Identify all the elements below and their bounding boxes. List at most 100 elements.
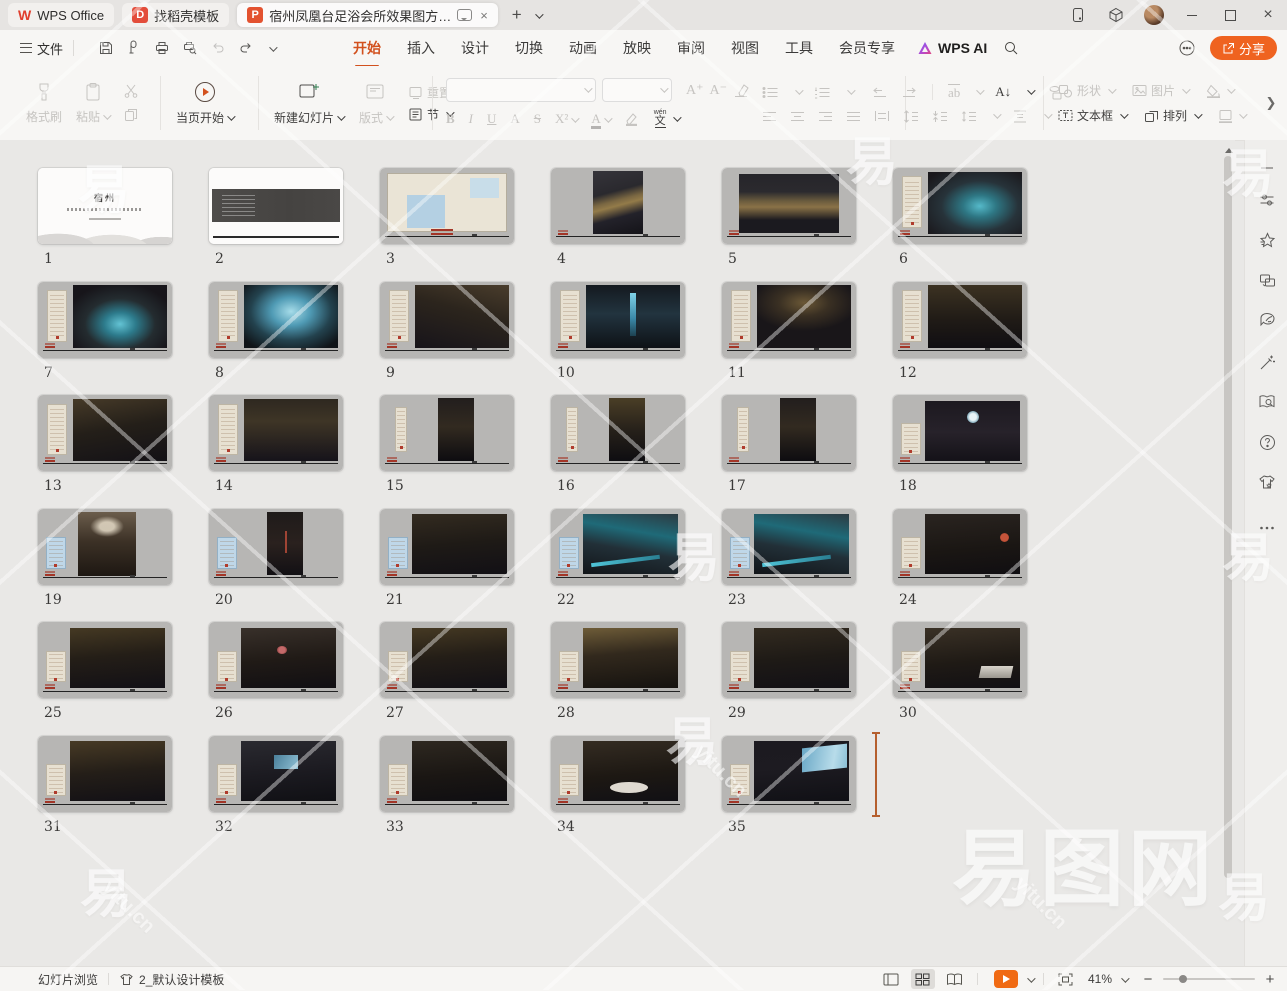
paste-button[interactable]: 粘贴 (76, 81, 109, 125)
reading-view-button[interactable] (943, 969, 967, 989)
print-icon[interactable] (154, 40, 170, 56)
export-pdf-icon[interactable] (126, 40, 142, 56)
slide-thumbnail[interactable] (38, 509, 172, 585)
slide-thumbnail[interactable] (551, 736, 685, 812)
maximize-button[interactable] (1211, 0, 1249, 30)
avatar[interactable] (1135, 0, 1173, 30)
file-menu-button[interactable]: 文件 (20, 39, 63, 58)
mobile-view-icon[interactable] (1059, 0, 1097, 30)
strikethrough-button[interactable]: S (534, 111, 541, 127)
template-name[interactable]: 2_默认设计模板 (139, 971, 224, 988)
save-icon[interactable] (98, 40, 114, 56)
slide-thumbnail[interactable] (209, 509, 343, 585)
materials-icon[interactable] (1257, 270, 1277, 290)
slide-thumbnail[interactable] (893, 395, 1027, 471)
menu-tab[interactable]: 设计 (461, 38, 489, 58)
slide-thumbnail[interactable] (38, 736, 172, 812)
slide-thumbnail[interactable] (893, 509, 1027, 585)
share-button[interactable]: 分享 (1210, 36, 1277, 60)
search-icon[interactable] (1003, 40, 1019, 56)
wps-ai-button[interactable]: WPS AI (917, 40, 987, 56)
slide-thumbnail[interactable] (380, 622, 514, 698)
slide-thumbnail[interactable] (893, 622, 1027, 698)
slide-thumbnail[interactable] (209, 282, 343, 358)
clear-format-icon[interactable] (733, 83, 750, 98)
slide-thumbnail[interactable] (380, 395, 514, 471)
scrollbar-thumb[interactable] (1224, 156, 1232, 878)
fit-to-window-button[interactable] (1054, 969, 1078, 989)
print-preview-icon[interactable] (182, 40, 198, 56)
tab-list-chevron-icon[interactable] (532, 6, 541, 24)
line-spacing-icon[interactable] (961, 110, 977, 123)
vertical-text-button[interactable]: A↓ (995, 84, 1011, 100)
arrange-button[interactable]: 排列 (1144, 107, 1200, 124)
menu-tab[interactable]: 视图 (731, 38, 759, 58)
slide-thumbnail[interactable] (209, 168, 343, 244)
menu-tab[interactable]: 切换 (515, 38, 543, 58)
slide-thumbnail[interactable] (551, 622, 685, 698)
vertical-scrollbar[interactable] (1222, 140, 1235, 966)
decrease-paragraph-spacing-icon[interactable] (932, 110, 948, 123)
zoom-chevron-icon[interactable] (1118, 972, 1127, 986)
slide-thumbnail[interactable] (722, 395, 856, 471)
layout-button[interactable]: 版式 (359, 80, 392, 126)
slide-sorter-canvas[interactable]: 宿州12345678910111213141516171819202122232… (0, 140, 1222, 966)
vertical-align-text-icon[interactable] (1012, 110, 1028, 123)
slide-thumbnail[interactable] (38, 395, 172, 471)
zoom-slider-knob[interactable] (1179, 975, 1187, 983)
more-options-icon[interactable] (1257, 518, 1277, 538)
play-from-current-button[interactable]: 当页开始 (176, 80, 233, 126)
minimize-button[interactable] (1173, 0, 1211, 30)
bullet-list-icon[interactable] (762, 86, 779, 99)
tab-wps-home[interactable]: W WPS Office (8, 3, 114, 27)
close-window-button[interactable]: × (1249, 0, 1287, 30)
phonetic-guide-button[interactable]: wén 文 (654, 109, 667, 128)
cut-icon[interactable] (123, 83, 139, 99)
italic-button[interactable]: I (469, 111, 473, 127)
align-left-icon[interactable] (762, 111, 777, 122)
text-direction-button[interactable]: ab (948, 84, 960, 101)
menu-tab[interactable]: 插入 (407, 38, 435, 58)
3d-cube-icon[interactable] (1097, 0, 1135, 30)
shapes-button[interactable]: 形状 (1058, 82, 1114, 99)
slide-thumbnail[interactable] (722, 509, 856, 585)
slide-thumbnail[interactable] (380, 168, 514, 244)
normal-view-button[interactable] (879, 969, 903, 989)
slide-thumbnail[interactable] (209, 395, 343, 471)
slide-thumbnail[interactable] (722, 168, 856, 244)
fill-color-button[interactable] (1206, 84, 1221, 98)
underline-button[interactable]: U (487, 111, 496, 127)
slide-thumbnail[interactable] (893, 168, 1027, 244)
service-icon[interactable] (1178, 39, 1196, 57)
ribbon-expand-button[interactable]: ❯ (1263, 90, 1279, 116)
tab-document[interactable]: P 宿州凤凰台足浴会所效果图方… × (237, 3, 498, 27)
slide-thumbnail[interactable] (380, 509, 514, 585)
font-family-select[interactable] (446, 78, 596, 102)
qat-dropdown-icon[interactable] (266, 39, 275, 57)
docer-resource-icon[interactable] (1257, 310, 1277, 330)
highlight-color-button[interactable] (624, 112, 640, 126)
tab-docer-templates[interactable]: D 找稻壳模板 (122, 3, 229, 27)
font-size-select[interactable] (602, 78, 672, 102)
slide-thumbnail[interactable] (722, 622, 856, 698)
new-tab-button[interactable]: + (512, 5, 522, 25)
numbered-list-icon[interactable] (814, 86, 831, 99)
zoom-level-value[interactable]: 41% (1088, 972, 1112, 986)
outline-color-button[interactable] (1218, 109, 1233, 123)
slide-thumbnail[interactable] (722, 282, 856, 358)
new-slide-button[interactable]: 新建幻灯片 (274, 80, 343, 126)
decrease-indent-icon[interactable] (872, 86, 888, 98)
find-in-document-icon[interactable] (1257, 392, 1277, 412)
picture-button[interactable]: 图片 (1132, 82, 1188, 99)
comment-bubble-icon[interactable] (457, 9, 472, 21)
scroll-up-arrow-icon[interactable] (1225, 144, 1233, 153)
zoom-out-button[interactable]: − (1141, 971, 1155, 988)
format-painter-button[interactable]: 格式刷 (26, 81, 62, 125)
superscript-button[interactable]: X² (555, 111, 577, 127)
close-tab-icon[interactable]: × (480, 8, 488, 23)
align-right-icon[interactable] (818, 111, 833, 122)
play-options-chevron-icon[interactable] (1024, 972, 1033, 986)
zoom-in-button[interactable]: + (1263, 971, 1277, 988)
slide-thumbnail[interactable] (209, 736, 343, 812)
slide-thumbnail[interactable]: 宿州 (38, 168, 172, 244)
